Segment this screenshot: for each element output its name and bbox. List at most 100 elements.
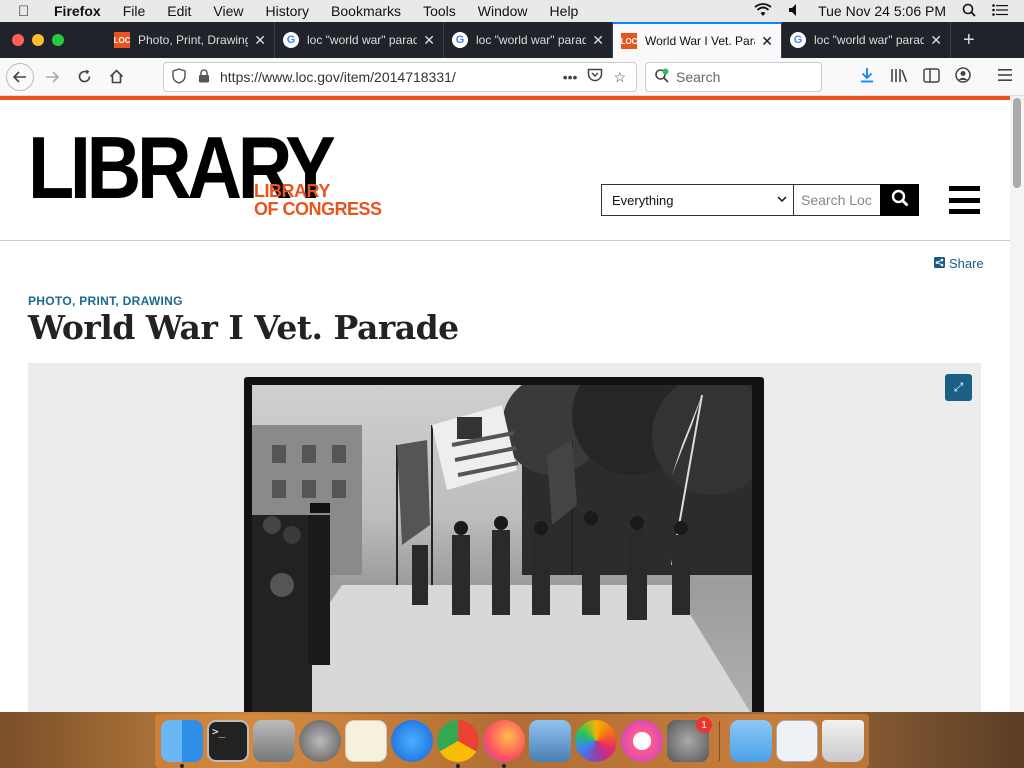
running-indicator [502, 764, 506, 768]
menu-tools[interactable]: Tools [423, 3, 456, 19]
safari-icon[interactable] [391, 720, 433, 762]
wifi-icon[interactable] [754, 2, 772, 20]
loc-favicon-icon: LOC [114, 32, 130, 48]
chevron-down-icon [777, 195, 787, 206]
site-search-input[interactable]: Search Loc [793, 184, 881, 216]
notification-center-icon[interactable] [992, 3, 1008, 19]
zoom-window-button[interactable] [52, 34, 64, 46]
parade-photograph[interactable] [244, 377, 764, 712]
firefox-icon[interactable] [483, 720, 525, 768]
trash-icon[interactable] [822, 720, 864, 762]
logo-line-1: LIBRARY [254, 181, 330, 201]
tab-title: World War I Vet. Parade [645, 34, 755, 48]
web-page: LIBRARY LIBRARY OF CONGRESS Everything S… [0, 100, 1010, 712]
close-tab-icon[interactable]: ✕ [423, 32, 435, 49]
volume-icon[interactable] [788, 3, 802, 20]
tab-3[interactable]: G loc "world war" parade ✕ [444, 22, 613, 58]
search-scope-value: Everything [612, 192, 674, 208]
close-tab-icon[interactable]: ✕ [761, 33, 773, 50]
site-search-placeholder: Search Loc [801, 192, 872, 208]
dock: >_ 1 [155, 714, 869, 768]
preview-icon[interactable] [529, 720, 571, 762]
google-favicon-icon: G [452, 32, 468, 48]
textedit-icon[interactable] [345, 720, 387, 762]
close-tab-icon[interactable]: ✕ [592, 32, 604, 49]
close-tab-icon[interactable]: ✕ [254, 32, 266, 49]
share-icon [934, 256, 945, 271]
new-tab-icon[interactable]: + [963, 29, 975, 52]
system-preferences-icon[interactable]: 1 [667, 717, 712, 762]
search-icon [891, 189, 909, 212]
menu-window[interactable]: Window [478, 3, 528, 19]
back-button[interactable] [6, 62, 34, 91]
close-window-button[interactable] [12, 34, 24, 46]
menu-view[interactable]: View [213, 3, 243, 19]
forward-button[interactable] [38, 63, 66, 91]
account-icon[interactable] [952, 67, 974, 87]
menu-help[interactable]: Help [550, 3, 579, 19]
scrollbar-thumb[interactable] [1013, 98, 1021, 188]
address-bar[interactable]: https://www.loc.gov/item/2014718331/ •••… [163, 62, 637, 92]
menu-app-name[interactable]: Firefox [54, 3, 101, 19]
launchpad-icon[interactable] [299, 720, 341, 762]
bookmark-star-icon[interactable]: ☆ [613, 69, 626, 86]
tab-4-active[interactable]: LOC World War I Vet. Parade ✕ [613, 22, 782, 58]
chrome-icon[interactable] [437, 720, 479, 768]
spotlight-icon[interactable] [962, 3, 976, 20]
logo-line-2: OF CONGRESS [254, 199, 382, 219]
site-menu-button[interactable] [949, 186, 980, 214]
search-bar[interactable]: Search [645, 62, 822, 92]
tab-1[interactable]: LOC Photo, Print, Drawing ✕ [106, 22, 275, 58]
site-search-button[interactable] [880, 184, 919, 216]
itunes-icon[interactable] [621, 720, 663, 762]
item-format-link[interactable]: PHOTO, PRINT, DRAWING [28, 294, 183, 308]
running-indicator [456, 764, 460, 768]
hamburger-line [949, 209, 980, 214]
lock-icon[interactable] [198, 68, 212, 86]
apple-icon[interactable]:  [18, 3, 36, 20]
menu-icon[interactable] [994, 68, 1016, 86]
close-tab-icon[interactable]: ✕ [930, 32, 942, 49]
navigation-toolbar: https://www.loc.gov/item/2014718331/ •••… [0, 58, 1024, 96]
search-engine-icon[interactable] [654, 68, 670, 87]
running-indicator [180, 764, 184, 768]
tab-title: loc "world war" parade [307, 33, 418, 47]
home-button[interactable] [102, 63, 130, 91]
tab-2[interactable]: G loc "world war" parade ✕ [275, 22, 444, 58]
photo-content [252, 385, 752, 712]
hamburger-line [949, 186, 980, 191]
tracking-shield-icon[interactable] [172, 67, 188, 87]
loc-favicon-icon: LOC [621, 33, 637, 49]
window-controls [12, 34, 106, 46]
url-text[interactable]: https://www.loc.gov/item/2014718331/ [220, 69, 563, 85]
hamburger-line [949, 197, 980, 203]
page-scrollbar[interactable] [1010, 96, 1024, 712]
notification-badge: 1 [696, 717, 712, 733]
menu-bookmarks[interactable]: Bookmarks [331, 3, 401, 19]
tab-title: loc "world war" parade [814, 33, 925, 47]
expand-icon[interactable]: ⤢ [945, 374, 972, 401]
photos-icon[interactable] [575, 720, 617, 762]
finder-icon[interactable] [161, 720, 203, 768]
downloads-folder-icon[interactable] [730, 720, 772, 762]
share-button[interactable]: Share [934, 256, 984, 271]
library-icon[interactable] [888, 68, 910, 87]
library-of-congress-logo[interactable]: LIBRARY OF CONGRESS [254, 182, 382, 218]
terminal-icon[interactable]: >_ [207, 720, 249, 762]
reload-button[interactable] [70, 63, 98, 91]
page-actions-icon[interactable]: ••• [563, 69, 578, 85]
sidebar-icon[interactable] [920, 67, 942, 87]
image-viewer[interactable]: ⤢ [28, 363, 981, 712]
dock-separator [719, 721, 720, 761]
tab-5[interactable]: G loc "world war" parade ✕ [782, 22, 951, 58]
menu-file[interactable]: File [123, 3, 146, 19]
downloads-icon[interactable] [856, 67, 878, 87]
menu-history[interactable]: History [265, 3, 309, 19]
screenshot-stack-icon[interactable] [776, 720, 818, 762]
minimize-window-button[interactable] [32, 34, 44, 46]
menu-edit[interactable]: Edit [167, 3, 191, 19]
search-scope-select[interactable]: Everything [601, 184, 794, 216]
pocket-icon[interactable] [587, 68, 603, 86]
calculator-icon[interactable] [253, 720, 295, 762]
clock[interactable]: Tue Nov 24 5:06 PM [818, 3, 946, 19]
